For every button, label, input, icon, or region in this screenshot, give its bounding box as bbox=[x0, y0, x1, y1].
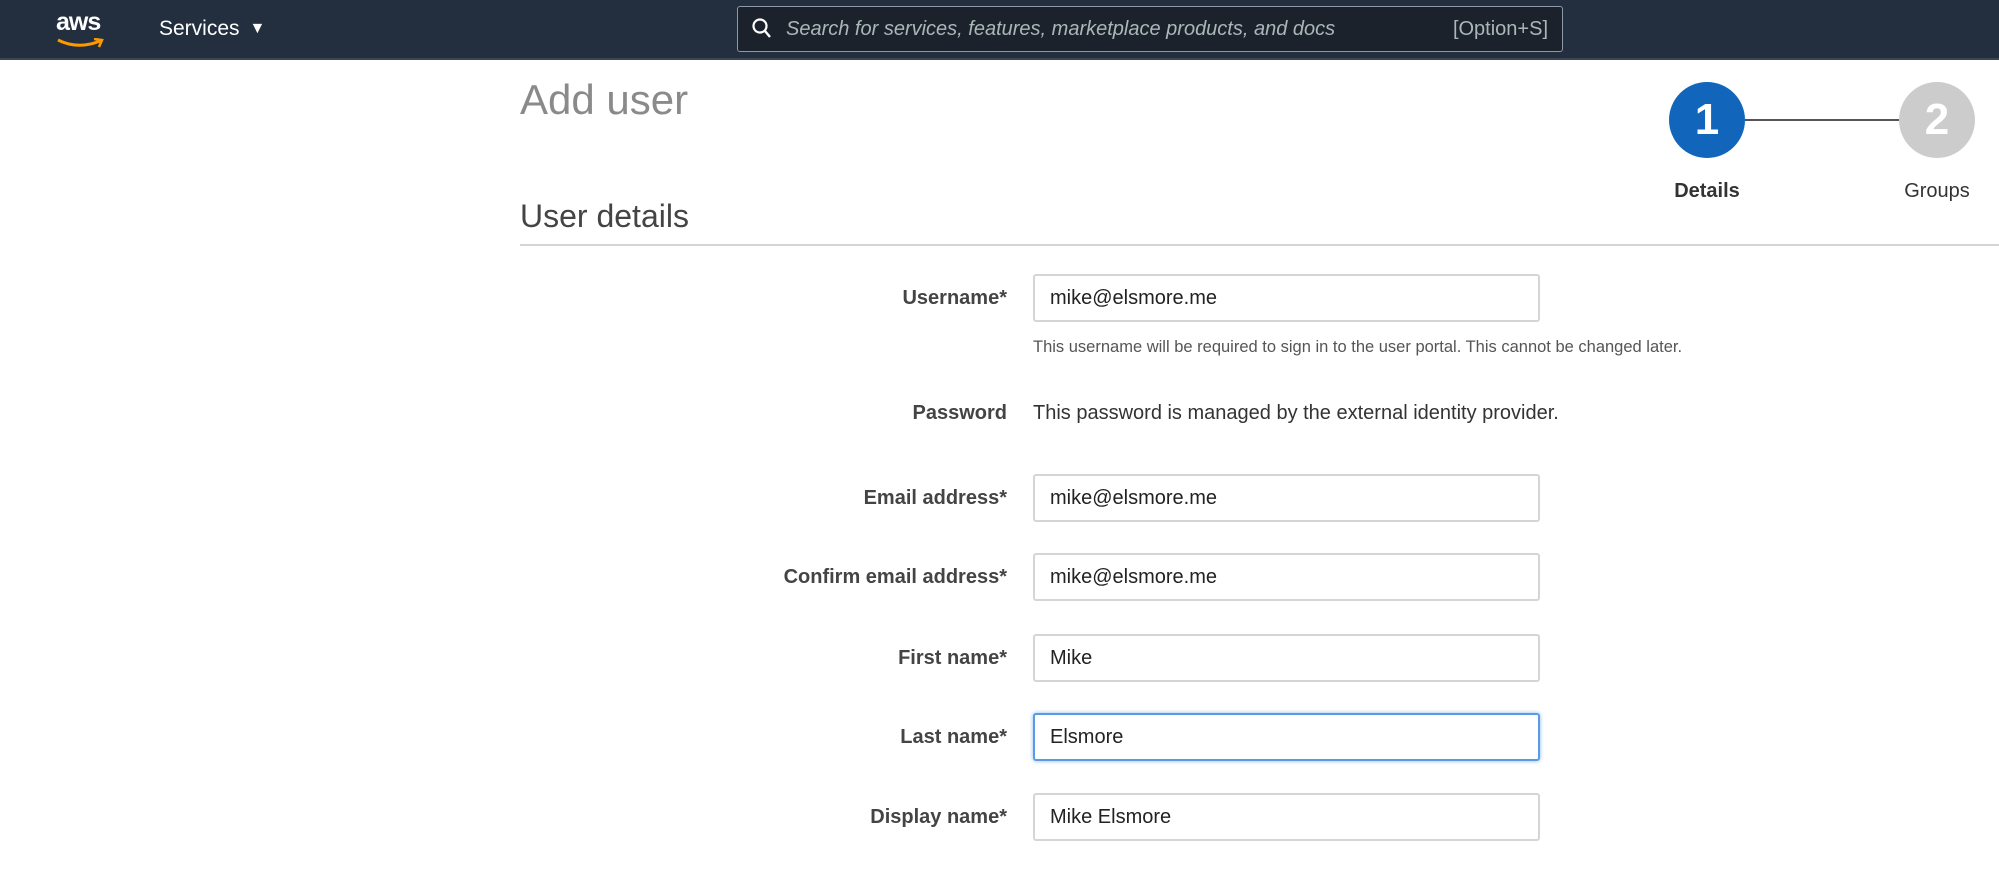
search-icon bbox=[752, 18, 771, 38]
confirm-email-input[interactable] bbox=[1033, 553, 1540, 601]
username-label: Username* bbox=[902, 287, 1007, 309]
email-input[interactable] bbox=[1033, 474, 1540, 522]
step-2-indicator[interactable]: 2 bbox=[1899, 82, 1975, 158]
display-name-label: Display name* bbox=[870, 806, 1007, 828]
first-name-input[interactable] bbox=[1033, 634, 1540, 682]
email-label: Email address* bbox=[863, 487, 1007, 509]
logo-text: aws bbox=[56, 8, 101, 36]
search-input[interactable]: Search for services, features, marketpla… bbox=[786, 18, 1453, 41]
section-title: User details bbox=[520, 198, 689, 234]
smile-arrow-icon bbox=[57, 38, 104, 48]
step-1-label: Details bbox=[1674, 180, 1740, 202]
password-info: This password is managed by the external… bbox=[1033, 402, 1559, 424]
page-title: Add user bbox=[520, 76, 689, 123]
search-shortcut: [Option+S] bbox=[1452, 17, 1548, 40]
password-label: Password bbox=[912, 402, 1007, 424]
step-2-label: Groups bbox=[1904, 180, 1970, 202]
services-label: Services bbox=[159, 17, 240, 40]
aws-logo[interactable]: aws bbox=[56, 8, 108, 50]
services-menu[interactable]: Services ▼ bbox=[159, 17, 265, 41]
caret-down-icon: ▼ bbox=[249, 20, 266, 37]
username-input[interactable] bbox=[1033, 274, 1540, 322]
top-nav: aws Services ▼ Search for services, featu… bbox=[0, 0, 1999, 60]
last-name-input[interactable] bbox=[1033, 713, 1540, 761]
section-divider bbox=[520, 244, 1999, 246]
step-connector bbox=[1745, 119, 1899, 121]
username-help-text: This username will be required to sign i… bbox=[1033, 338, 1683, 356]
display-name-input[interactable] bbox=[1033, 793, 1540, 841]
step-1-indicator[interactable]: 1 bbox=[1669, 82, 1745, 158]
search-box[interactable]: Search for services, features, marketpla… bbox=[737, 6, 1563, 52]
first-name-label: First name* bbox=[898, 647, 1007, 669]
confirm-email-label: Confirm email address* bbox=[783, 566, 1007, 588]
last-name-label: Last name* bbox=[900, 726, 1007, 748]
